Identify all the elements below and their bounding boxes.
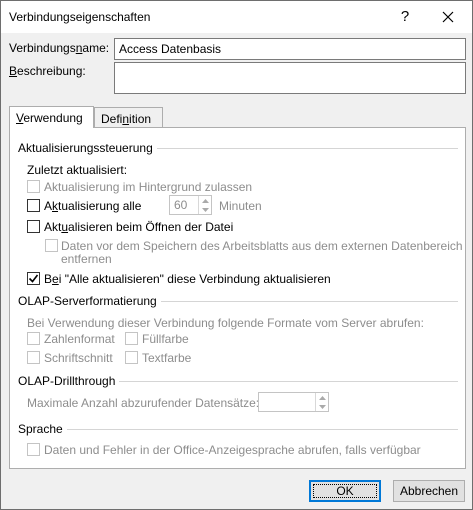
- background-refresh-checkbox[interactable]: [27, 180, 40, 193]
- usage-tab-panel: Aktualisierungssteuerung Zuletzt aktuali…: [9, 127, 466, 469]
- office-language-label: Daten und Fehler in der Office-Anzeigesp…: [44, 443, 421, 457]
- refresh-minutes-spinner[interactable]: 60: [169, 195, 212, 215]
- max-records-label: Maximale Anzahl abzurufender Datensätze:: [27, 396, 260, 410]
- group-title-refresh: Aktualisierungssteuerung: [18, 141, 157, 155]
- close-icon[interactable]: [437, 7, 459, 27]
- connection-name-label: Verbindungsname:: [9, 41, 110, 55]
- olap-drill-group: OLAP-Drillthrough: [10, 374, 465, 388]
- connection-name-input[interactable]: Access Datenbasis: [114, 38, 466, 60]
- refresh-all-label: Bei "Alle aktualisieren" diese Verbindun…: [44, 272, 331, 286]
- olap-format-intro: Bei Verwendung dieser Verbindung folgend…: [27, 316, 424, 330]
- help-button[interactable]: ?: [394, 7, 416, 27]
- refresh-every-checkbox[interactable]: [27, 199, 40, 212]
- tab-definition[interactable]: Definition: [94, 107, 163, 127]
- tab-usage-label: Verwendung: [16, 111, 83, 125]
- last-updated-label: Zuletzt aktualisiert:: [27, 163, 128, 177]
- description-textarea[interactable]: [114, 62, 466, 94]
- remove-data-label-line1: Daten vor dem Speichern des Arbeitsblatt…: [61, 239, 463, 253]
- cancel-button[interactable]: Abbrechen: [393, 480, 465, 502]
- group-divider: [18, 429, 458, 430]
- remove-data-label-line2: entfernen: [61, 252, 112, 266]
- title-bar: Verbindungseigenschaften ?: [1, 1, 472, 33]
- language-group: Sprache: [10, 422, 465, 436]
- ok-button[interactable]: OK: [309, 480, 381, 502]
- tab-definition-label: Definition: [101, 112, 152, 126]
- refresh-minutes-value: 60: [174, 198, 188, 212]
- background-refresh-label: Aktualisierung im Hintergrund zulassen: [44, 180, 253, 194]
- refresh-all-checkbox[interactable]: [27, 272, 40, 285]
- description-label: Beschreibung:: [9, 64, 86, 78]
- number-format-checkbox[interactable]: [27, 332, 40, 345]
- text-color-checkbox[interactable]: [125, 351, 138, 364]
- checkmark-icon: [28, 274, 39, 283]
- remove-data-checkbox[interactable]: [45, 239, 58, 252]
- connection-properties-dialog: Verbindungseigenschaften ? Verbindungsna…: [0, 0, 473, 510]
- refresh-control-group: Aktualisierungssteuerung: [10, 141, 465, 155]
- spinner-up-icon[interactable]: [316, 393, 328, 402]
- olap-format-group: OLAP-Serverformatierung: [10, 294, 465, 308]
- window-title: Verbindungseigenschaften: [9, 10, 151, 24]
- max-records-spinner[interactable]: [258, 392, 329, 412]
- refresh-on-open-checkbox[interactable]: [27, 220, 40, 233]
- spinner-up-icon[interactable]: [199, 196, 211, 205]
- group-title-olap-format: OLAP-Serverformatierung: [18, 294, 161, 308]
- spinner-arrows: [198, 196, 211, 214]
- fill-color-label: Füllfarbe: [142, 332, 189, 346]
- refresh-on-open-label: Aktualisieren beim Öffnen der Datei: [44, 220, 234, 234]
- font-style-checkbox[interactable]: [27, 351, 40, 364]
- spinner-arrows: [315, 393, 328, 411]
- group-title-olap-drill: OLAP-Drillthrough: [18, 374, 120, 388]
- group-title-language: Sprache: [18, 422, 67, 436]
- refresh-every-label: Aktualisierung alle: [44, 199, 142, 213]
- text-color-label: Textfarbe: [142, 351, 192, 365]
- cancel-button-label: Abbrechen: [399, 484, 459, 498]
- fill-color-checkbox[interactable]: [125, 332, 138, 345]
- number-format-label: Zahlenformat: [44, 332, 115, 346]
- font-style-label: Schriftschnitt: [44, 351, 113, 365]
- minutes-label: Minuten: [219, 199, 262, 213]
- focus-rect: [313, 484, 377, 498]
- spinner-down-icon[interactable]: [199, 205, 211, 214]
- office-language-checkbox[interactable]: [27, 443, 40, 456]
- spinner-down-icon[interactable]: [316, 402, 328, 411]
- tab-usage[interactable]: Verwendung: [9, 106, 94, 128]
